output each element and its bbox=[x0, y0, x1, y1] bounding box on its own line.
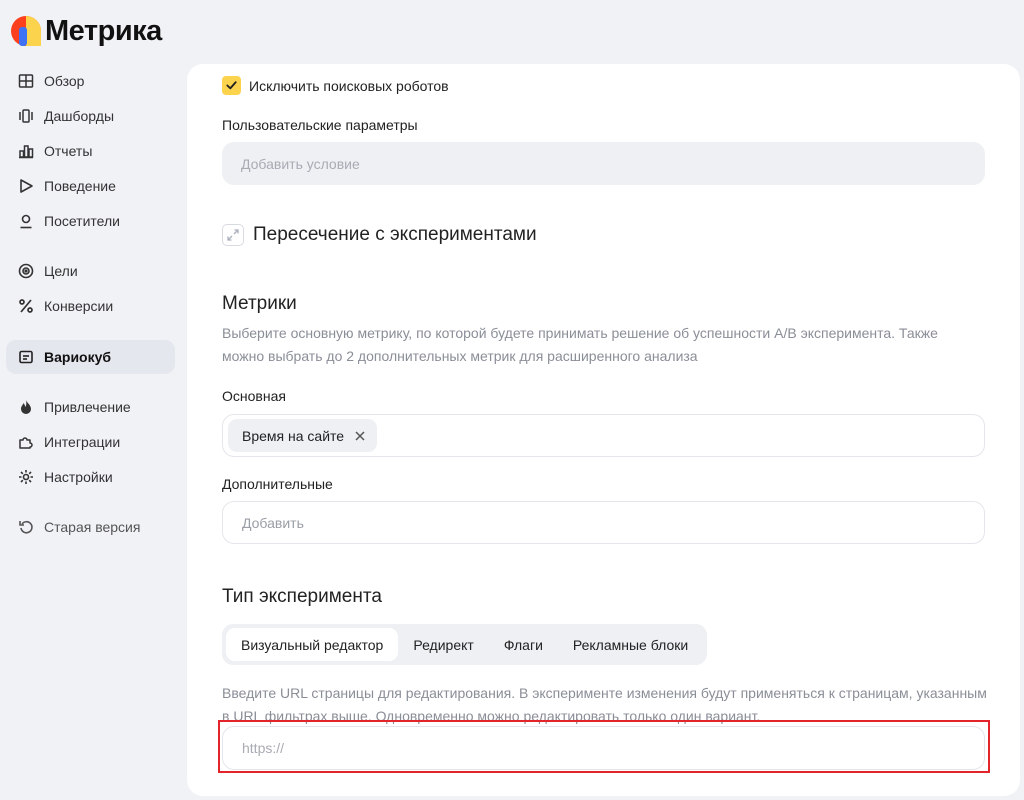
target-icon bbox=[16, 261, 36, 281]
sidebar-item-label: Настройки bbox=[44, 469, 113, 485]
sidebar-item-overview[interactable]: Обзор bbox=[6, 64, 175, 98]
sidebar-item-integrations[interactable]: Интеграции bbox=[6, 425, 175, 459]
metric-chip-label: Время на сайте bbox=[242, 427, 345, 444]
tab-flags[interactable]: Флаги bbox=[489, 628, 558, 661]
sidebar-item-acquisition[interactable]: Привлечение bbox=[6, 390, 175, 424]
bar-chart-icon bbox=[16, 141, 36, 161]
flame-icon bbox=[16, 397, 36, 417]
secondary-metrics-placeholder: Добавить bbox=[242, 514, 304, 531]
sidebar-item-reports[interactable]: Отчеты bbox=[6, 134, 175, 168]
sidebar-item-label: Обзор bbox=[44, 73, 85, 89]
experiment-type-tabs: Визуальный редактор Редирект Флаги Рекла… bbox=[222, 624, 708, 665]
sidebar-item-label: Цели bbox=[44, 263, 78, 279]
primary-metric-input[interactable]: Время на сайте bbox=[222, 414, 985, 457]
experiment-form-panel: Исключить поисковых роботов Пользователь… bbox=[187, 64, 1020, 796]
logo-text: Метрика bbox=[45, 14, 162, 47]
intersection-experiments-toggle[interactable]: Пересечение с экспериментами bbox=[222, 224, 537, 246]
logo[interactable]: Метрика bbox=[10, 12, 162, 50]
metrika-logo-icon bbox=[10, 15, 42, 47]
exclude-robots-checkbox[interactable] bbox=[222, 76, 241, 95]
check-icon bbox=[226, 81, 237, 90]
variocube-icon bbox=[16, 347, 36, 367]
experiment-type-title: Тип эксперимента bbox=[222, 586, 382, 607]
sidebar-item-visitors[interactable]: Посетители bbox=[6, 204, 175, 238]
sidebar-item-label: Посетители bbox=[44, 213, 120, 229]
add-condition-placeholder: Добавить условие bbox=[241, 155, 360, 172]
user-params-label: Пользовательские параметры bbox=[222, 117, 418, 133]
dashboards-icon bbox=[16, 106, 36, 126]
primary-metric-label: Основная bbox=[222, 388, 286, 404]
sidebar-item-label: Привлечение bbox=[44, 399, 131, 415]
sidebar-item-label: Дашборды bbox=[44, 108, 114, 124]
sidebar-item-label: Вариокуб bbox=[44, 349, 112, 365]
sidebar-item-behavior[interactable]: Поведение bbox=[6, 169, 175, 203]
sidebar-item-settings[interactable]: Настройки bbox=[6, 460, 175, 494]
undo-icon bbox=[16, 517, 36, 537]
url-input[interactable]: https:// bbox=[222, 726, 985, 770]
sidebar-item-label: Интеграции bbox=[44, 434, 121, 450]
url-hint: Введите URL страницы для редактирования.… bbox=[222, 685, 987, 724]
sidebar-item-goals[interactable]: Цели bbox=[6, 254, 175, 288]
tab-redirect[interactable]: Редирект bbox=[398, 628, 488, 661]
sidebar-item-dashboards[interactable]: Дашборды bbox=[6, 99, 175, 133]
play-icon bbox=[16, 176, 36, 196]
sidebar-item-conversions[interactable]: Конверсии bbox=[6, 289, 175, 323]
add-condition-input[interactable]: Добавить условие bbox=[222, 142, 985, 185]
metrics-description: Выберите основную метрику, по которой бу… bbox=[222, 325, 938, 364]
metrics-title: Метрики bbox=[222, 293, 297, 314]
url-placeholder: https:// bbox=[242, 740, 285, 756]
percent-icon bbox=[16, 296, 36, 316]
sidebar-item-old-version[interactable]: Старая версия bbox=[6, 510, 175, 544]
metric-chip: Время на сайте bbox=[228, 419, 378, 452]
tab-ad-blocks[interactable]: Рекламные блоки bbox=[558, 628, 703, 661]
sidebar-item-label: Поведение bbox=[44, 178, 116, 194]
sidebar-item-label: Конверсии bbox=[44, 298, 114, 314]
puzzle-icon bbox=[16, 432, 36, 452]
intersection-experiments-label: Пересечение с экспериментами bbox=[253, 224, 537, 245]
exclude-robots-label: Исключить поисковых роботов bbox=[249, 78, 449, 94]
sidebar-item-label: Старая версия bbox=[44, 519, 141, 535]
sidebar-item-label: Отчеты bbox=[44, 143, 93, 159]
secondary-metrics-label: Дополнительные bbox=[222, 476, 333, 492]
user-icon bbox=[16, 211, 36, 231]
sidebar-item-variocube[interactable]: Вариокуб bbox=[6, 340, 175, 374]
gear-icon bbox=[16, 467, 36, 487]
close-icon[interactable] bbox=[353, 429, 367, 443]
tab-visual-editor[interactable]: Визуальный редактор bbox=[226, 628, 399, 661]
secondary-metrics-input[interactable]: Добавить bbox=[222, 501, 985, 544]
grid-icon bbox=[16, 71, 36, 91]
expand-icon bbox=[222, 224, 244, 246]
